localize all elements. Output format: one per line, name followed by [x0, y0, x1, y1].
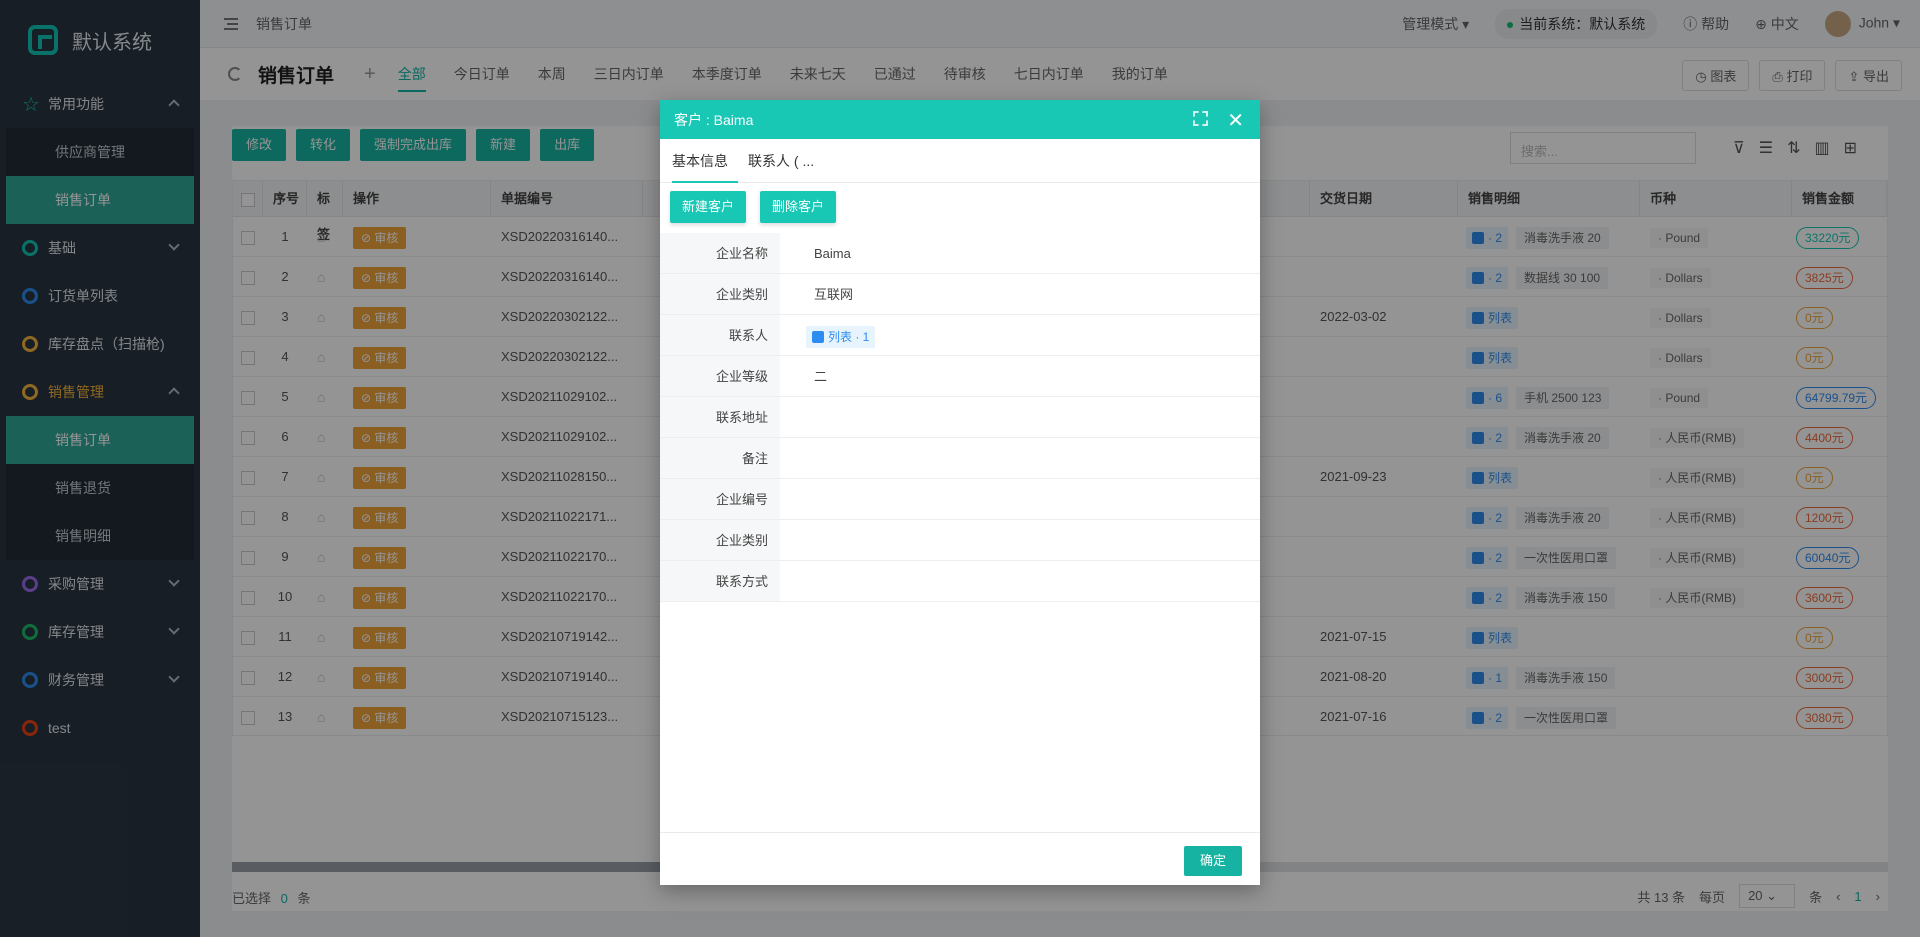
company-type-value[interactable]: 互联网 — [780, 274, 1260, 314]
field-label: 企业等级 — [660, 356, 780, 396]
dialog-actions: 新建客户 删除客户 — [660, 183, 1260, 231]
company-level-value[interactable]: 二 — [780, 356, 1260, 396]
form-row: 企业类别 互联网 — [660, 274, 1260, 315]
form-row: 企业等级二 — [660, 356, 1260, 397]
field-label: 备注 — [660, 438, 780, 478]
company-name-value[interactable]: Baima — [780, 233, 1260, 273]
form-row: 企业名称 Baima — [660, 233, 1260, 274]
contact-list-label: 列表 · 1 — [828, 329, 870, 344]
customer-dialog: 客户 : Baima ✕ 基本信息 联系人 ( ... 新建客户 删除客户 企业… — [660, 100, 1260, 885]
form-row: 企业类别 — [660, 520, 1260, 561]
company-type-2-value[interactable] — [780, 520, 1260, 560]
contact-field: 列表 · 1 — [780, 315, 1260, 355]
dialog-footer: 确定 — [660, 832, 1260, 885]
field-label: 企业类别 — [660, 520, 780, 560]
dialog-tabs: 基本信息 联系人 ( ... — [660, 139, 1260, 183]
customer-form: 企业名称 Baima 企业类别 互联网 联系人 列表 · 1 企业等级二 联系地址 备… — [660, 233, 1260, 602]
tab-contacts[interactable]: 联系人 ( ... — [748, 139, 824, 183]
field-label: 企业类别 — [660, 274, 780, 314]
delete-customer-button[interactable]: 删除客户 — [760, 191, 837, 223]
contact-list-tag[interactable]: 列表 · 1 — [806, 325, 876, 348]
form-row: 企业编号 — [660, 479, 1260, 520]
form-row: 联系方式 — [660, 561, 1260, 602]
dialog-header: 客户 : Baima ✕ — [660, 100, 1260, 139]
form-row: 备注 — [660, 438, 1260, 479]
address-value[interactable] — [780, 397, 1260, 437]
field-label: 企业名称 — [660, 233, 780, 273]
confirm-button[interactable]: 确定 — [1183, 846, 1242, 876]
remark-value[interactable] — [780, 438, 1260, 478]
form-row: 联系人 列表 · 1 — [660, 315, 1260, 356]
close-icon[interactable]: ✕ — [1227, 108, 1244, 133]
field-label: 联系人 — [660, 315, 780, 355]
form-row: 联系地址 — [660, 397, 1260, 438]
company-code-value[interactable] — [780, 479, 1260, 519]
fullscreen-icon[interactable] — [1193, 111, 1208, 126]
list-icon — [812, 331, 824, 344]
new-customer-button[interactable]: 新建客户 — [670, 191, 747, 223]
dialog-title: 客户 : Baima — [674, 111, 754, 128]
contact-method-value[interactable] — [780, 561, 1260, 601]
tab-basic-info[interactable]: 基本信息 — [672, 139, 738, 183]
field-label: 联系方式 — [660, 561, 780, 601]
field-label: 企业编号 — [660, 479, 780, 519]
field-label: 联系地址 — [660, 397, 780, 437]
